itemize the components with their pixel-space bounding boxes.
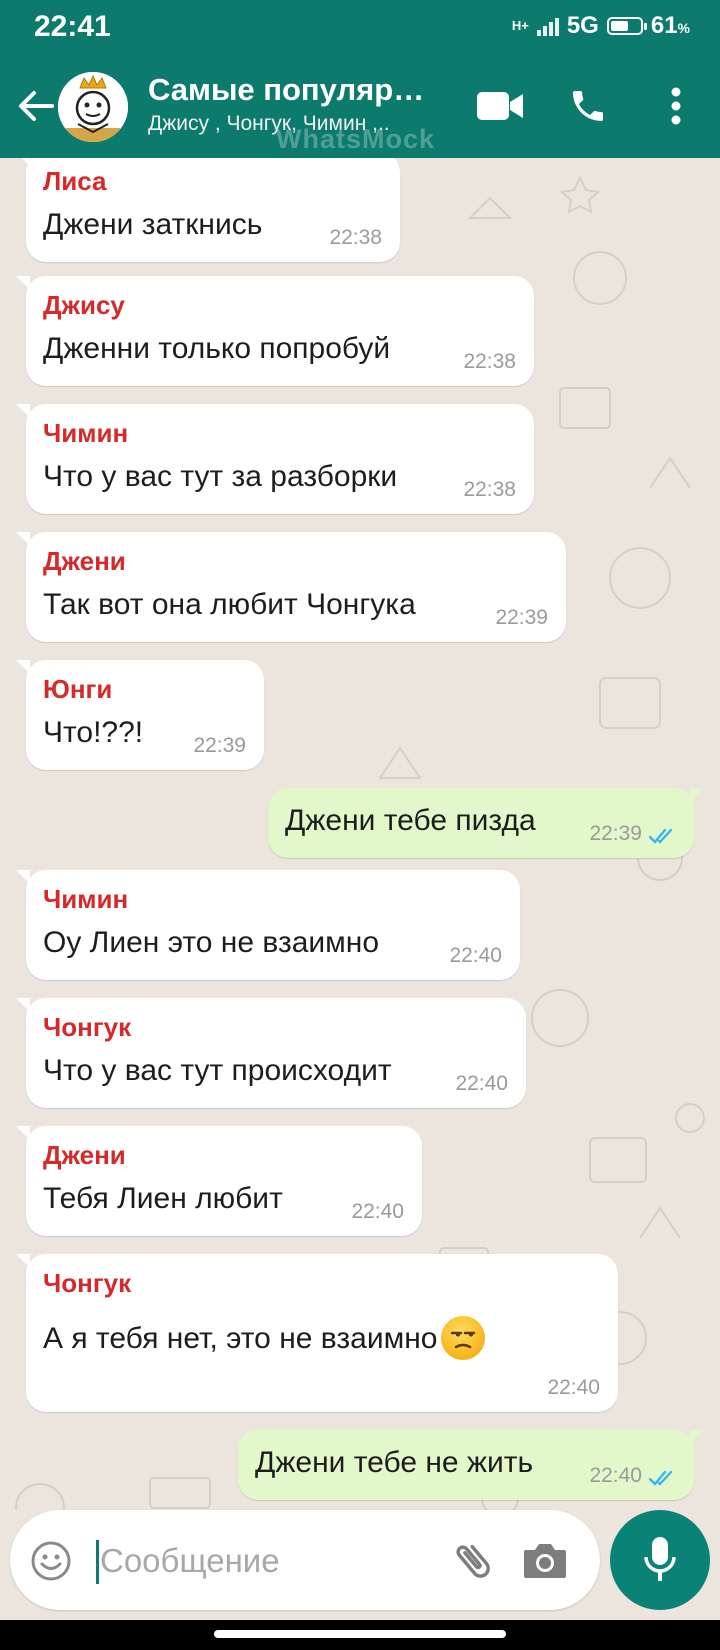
message-time: 22:40 [455,1072,508,1095]
incoming-message[interactable]: Чимин Оу Лиен это не взаимно 22:40 [16,870,520,980]
attach-icon[interactable] [450,1538,496,1589]
message-text-content: Джени заткнись [43,208,263,241]
message-text: Что у вас тут происходит [43,1054,508,1088]
message-text-content: Что у вас тут за разборки [43,460,398,493]
sender-name[interactable]: Юнги [43,674,246,708]
message-text: Дженни только попробуй [43,332,516,366]
message-text-content: А я тебя нет, это не взаимно [43,1322,438,1355]
message-text: Так вот она любит Чонгука [43,588,548,622]
message-text-content: Оу Лиен это не взаимно [43,926,380,959]
watermark: WhatsMock [276,124,436,154]
system-nav-bar [0,1620,720,1650]
status-bar: 22:41 H+ 5G 61% [0,0,720,54]
outgoing-message[interactable]: Джени тебе пизда 22:39 [268,788,704,858]
message-time: 22:38 [329,226,382,249]
message-text-content: Джени тебе не жить [255,1446,534,1479]
message-time: 22:40 [589,1464,642,1487]
text-cursor [96,1540,99,1584]
message-text: А я тебя нет, это не взаимно [43,1316,600,1360]
incoming-message[interactable]: Чонгук Что у вас тут происходит 22:40 [16,998,526,1108]
message-time: 22:39 [589,822,642,845]
read-receipt-icon [648,828,673,844]
sender-name[interactable]: Джени [43,546,548,580]
chat-header: Самые популяр… Джису , Чонгук, Чимин ,..… [0,54,720,158]
back-arrow-icon[interactable] [16,82,56,130]
phone-call-icon[interactable] [560,78,616,134]
mic-icon [644,1537,676,1581]
message-time: 22:40 [547,1376,600,1399]
status-time: 22:41 [34,10,111,43]
message-list[interactable]: Лиса Джени заткнись 22:38 Джису Дженни тольк… [0,158,720,1510]
more-vert-icon[interactable] [648,78,704,134]
incoming-message[interactable]: Джису Дженни только попробуй 22:38 [16,276,534,386]
message-time: 22:38 [463,350,516,373]
signal-icon [536,16,559,36]
message-text-content: Дженни только попробуй [43,332,391,365]
sender-name[interactable]: Чонгук [43,1012,508,1046]
outgoing-message[interactable]: Джени тебе не жить 22:40 [238,1430,704,1500]
video-call-icon[interactable] [472,78,528,134]
camera-icon[interactable] [522,1540,568,1585]
incoming-message[interactable]: Лиса Джени заткнись 22:38 [16,158,400,262]
sender-name[interactable]: Лиса [43,166,382,200]
read-receipt-icon [648,1470,673,1486]
message-time: 22:39 [495,606,548,629]
sender-name[interactable]: Джису [43,290,516,324]
message-composer: Сообщение [10,1510,600,1610]
incoming-message[interactable]: Юнги Что!??! 22:39 [16,660,264,770]
sender-name[interactable]: Чонгук [43,1268,600,1302]
message-text: Тебя Лиен любит [43,1182,404,1216]
chat-title[interactable]: Самые популяр… [148,72,428,108]
unamused-face-icon [441,1316,486,1360]
status-indicators: H+ 5G 61% [512,12,690,40]
sender-name[interactable]: Джени [43,1140,404,1174]
message-time: 22:38 [463,478,516,501]
message-text-content: Тебя Лиен любит [43,1182,283,1215]
incoming-message[interactable]: Чонгук А я тебя нет, это не взаимно 22:40 [16,1254,618,1412]
message-text: Что у вас тут за разборки [43,460,516,494]
incoming-message[interactable]: Чимин Что у вас тут за разборки 22:38 [16,404,534,514]
sender-name[interactable]: Чимин [43,884,502,918]
message-text-content: Так вот она любит Чонгука [43,588,416,621]
battery-icon [606,17,647,35]
group-avatar[interactable] [58,72,128,142]
emoji-icon[interactable] [30,1540,72,1587]
message-time: 22:39 [193,734,246,757]
message-time: 22:40 [449,944,502,967]
message-text: Оу Лиен это не взаимно [43,926,502,960]
message-text-content: Что у вас тут происходит [43,1054,392,1087]
message-text-content: Что!??! [43,716,144,749]
battery-percent: 61% [650,12,690,39]
network-5g: 5G [566,12,599,39]
incoming-message[interactable]: Джени Так вот она любит Чонгука 22:39 [16,532,566,642]
mic-button[interactable] [610,1510,710,1610]
message-text-content: Джени тебе пизда [285,804,536,837]
message-time: 22:40 [351,1200,404,1223]
incoming-message[interactable]: Джени Тебя Лиен любит 22:40 [16,1126,422,1236]
network-type: H+ [511,18,529,33]
sender-name[interactable]: Чимин [43,418,516,452]
home-indicator[interactable] [214,1630,506,1638]
message-input[interactable]: Сообщение [100,1542,280,1580]
battery-level-fill [610,21,628,31]
